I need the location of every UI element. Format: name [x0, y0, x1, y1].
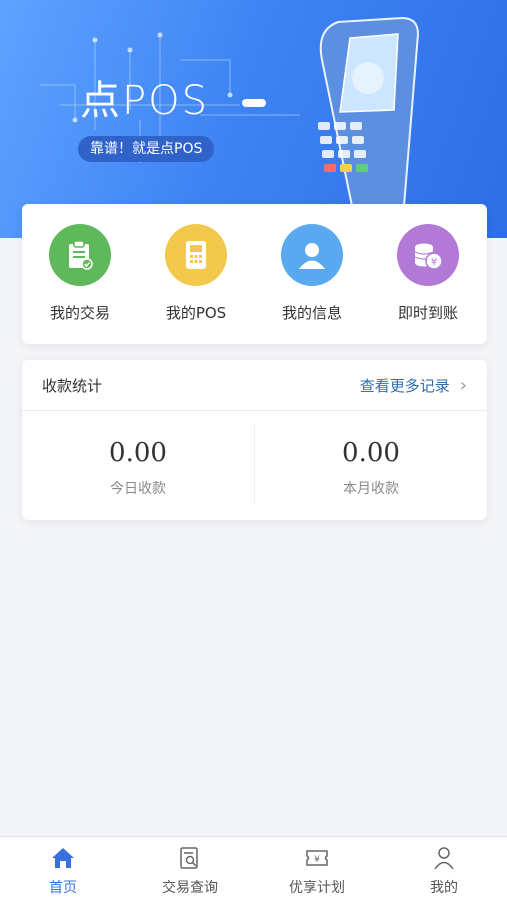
- stats-title: 收款统计: [42, 377, 103, 395]
- tab-benefit-plan[interactable]: ¥ 优享计划: [254, 845, 380, 897]
- tab-label: 优享计划: [289, 880, 345, 896]
- banner-dash: [242, 99, 266, 107]
- svg-text:¥: ¥: [431, 257, 437, 268]
- quick-action-my-info[interactable]: 我的信息: [254, 224, 370, 323]
- user-icon: [281, 224, 343, 286]
- collection-stats-card: 收款统计 查看更多记录 › 0.00 今日收款 0.00 本月收款: [22, 360, 487, 520]
- today-amount: 0.00: [109, 438, 167, 468]
- quick-action-label: 我的交易: [49, 304, 110, 322]
- coins-yen-icon: ¥: [397, 224, 459, 286]
- month-collection: 0.00 本月收款: [255, 438, 487, 498]
- tab-label: 交易查询: [162, 880, 218, 896]
- quick-action-label: 我的信息: [281, 304, 342, 322]
- quick-action-instant-payout[interactable]: ¥ 即时到账: [370, 224, 486, 323]
- home-icon: [0, 845, 126, 871]
- chevron-right-icon: ›: [459, 375, 467, 396]
- brand-title: 点POS: [80, 78, 209, 124]
- today-collection: 0.00 今日收款: [22, 438, 254, 498]
- bottom-tab-bar: 首页 交易查询 ¥ 优享计划 我的: [0, 836, 507, 901]
- clipboard-check-icon: [49, 224, 111, 286]
- tab-transaction-query[interactable]: 交易查询: [127, 845, 253, 897]
- month-amount: 0.00: [342, 438, 400, 468]
- tab-label: 我的: [430, 880, 458, 896]
- tab-mine[interactable]: 我的: [381, 845, 507, 897]
- quick-actions-card: 我的交易 我的POS 我的信息 ¥ 即时到账: [22, 204, 487, 344]
- tab-label: 首页: [49, 880, 77, 896]
- slogan-badge: 靠谱！就是点POS: [78, 136, 215, 162]
- stats-header: 收款统计 查看更多记录 ›: [22, 360, 487, 411]
- search-document-icon: [127, 845, 253, 871]
- view-more-records-link[interactable]: 查看更多记录 ›: [360, 375, 467, 396]
- view-more-label: 查看更多记录: [359, 377, 450, 395]
- month-label: 本月收款: [343, 481, 399, 497]
- svg-text:¥: ¥: [314, 855, 320, 865]
- person-icon: [381, 845, 507, 871]
- pos-terminal-icon: [165, 224, 227, 286]
- quick-action-label: 我的POS: [165, 304, 227, 322]
- quick-action-my-transactions[interactable]: 我的交易: [22, 224, 138, 323]
- pos-terminal-illustration: [318, 16, 420, 207]
- hero-banner: 点POS 靠谱！就是点POS: [0, 0, 507, 238]
- quick-action-my-pos[interactable]: 我的POS: [138, 224, 254, 323]
- quick-action-label: 即时到账: [397, 304, 458, 322]
- tab-home[interactable]: 首页: [0, 845, 126, 897]
- today-label: 今日收款: [110, 481, 166, 497]
- circuit-pattern: [40, 16, 420, 207]
- ticket-icon: ¥: [254, 845, 380, 871]
